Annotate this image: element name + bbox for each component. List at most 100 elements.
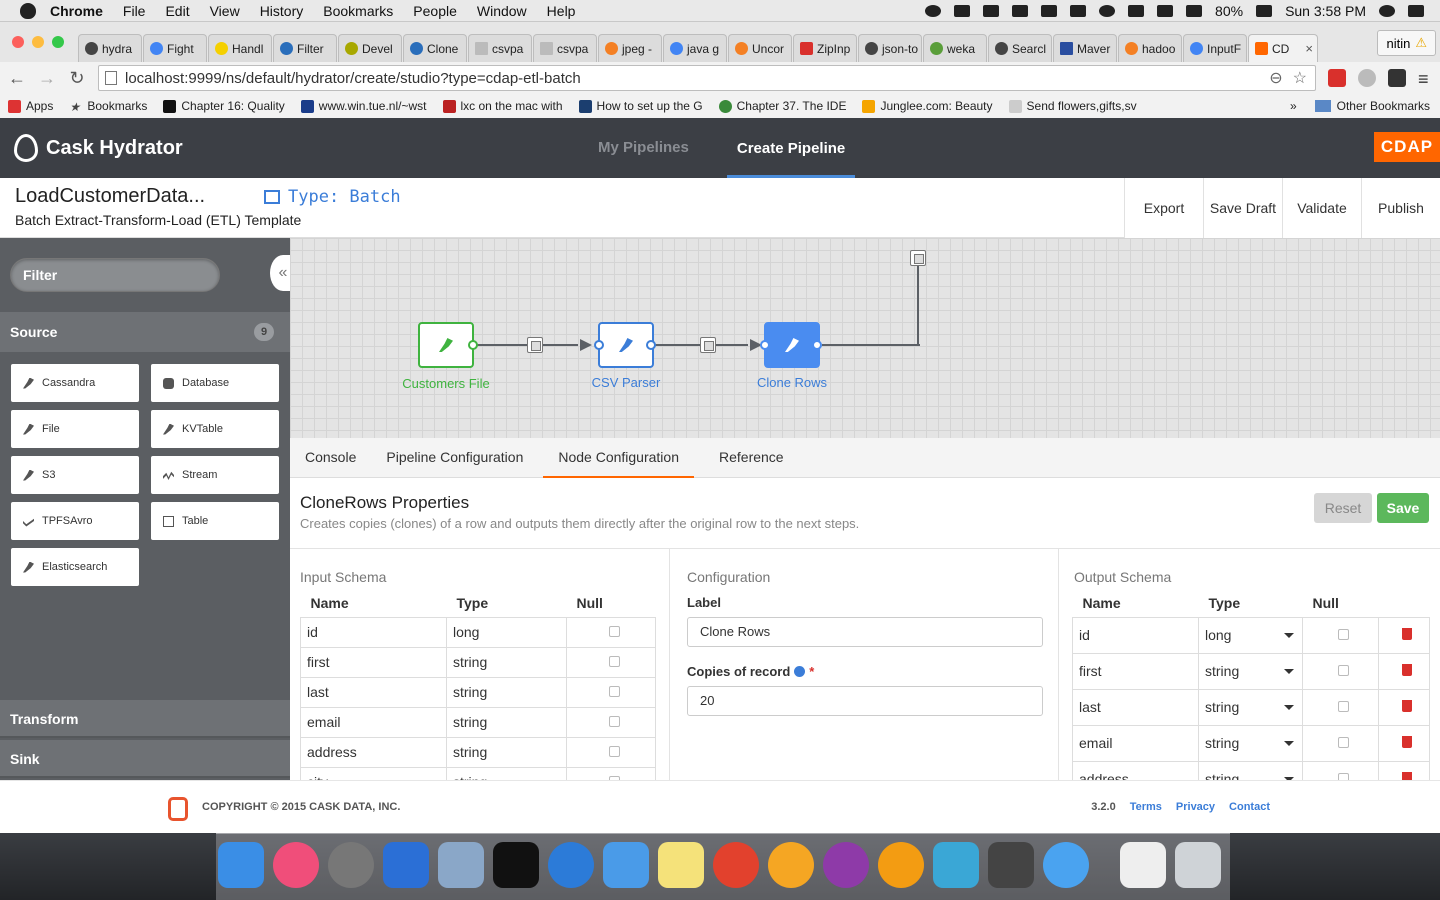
browser-tab[interactable]: Handl (208, 34, 272, 62)
collapse-sidebar-icon[interactable]: « (270, 255, 290, 291)
other-bookmarks[interactable]: Other Bookmarks (1337, 99, 1430, 113)
bookmark-item[interactable]: Chapter 37. The IDE (718, 99, 846, 113)
browser-tab[interactable]: InputF (1183, 34, 1247, 62)
browser-tab[interactable]: Fight (143, 34, 207, 62)
trash-icon[interactable] (1402, 628, 1412, 640)
spotlight-icon[interactable] (1379, 4, 1395, 17)
publish-button[interactable]: Publish (1361, 178, 1440, 238)
keynote-icon[interactable] (603, 842, 649, 888)
zoom-window-button[interactable] (52, 36, 64, 48)
validate-button[interactable]: Validate (1282, 178, 1361, 238)
bookmark-item[interactable]: Chapter 16: Quality (163, 99, 285, 113)
notes-icon[interactable] (658, 842, 704, 888)
copies-input[interactable]: 20 (687, 686, 1043, 716)
chrome-menu-icon[interactable]: ≡ (1418, 69, 1432, 89)
browser-tab[interactable]: Searcl (988, 34, 1052, 62)
plugin-database[interactable]: Database (151, 364, 279, 402)
bookmarks-overflow[interactable]: » (1290, 99, 1297, 113)
status-cloud-icon[interactable] (983, 4, 1000, 17)
plugin-tpfsavro[interactable]: TPFSAvro (11, 502, 139, 540)
browser-tab[interactable]: Uncor (728, 34, 792, 62)
back-icon[interactable]: ← (8, 68, 26, 89)
bookmark-item[interactable]: lxc on the mac with (442, 99, 563, 113)
status-shield-icon[interactable] (954, 4, 971, 17)
browser-tab[interactable]: jpeg - (598, 34, 662, 62)
browser-tab[interactable]: java g (663, 34, 727, 62)
trash-icon[interactable] (1402, 736, 1412, 748)
plugin-cassandra[interactable]: Cassandra (11, 364, 139, 402)
bookmark-item[interactable]: ★ Bookmarks (69, 99, 147, 114)
apple-icon[interactable] (20, 2, 36, 19)
bookmark-item[interactable]: www.win.tue.nl/~wst (300, 99, 427, 113)
connection-settings-icon[interactable] (700, 337, 716, 353)
app-star-icon[interactable] (878, 842, 924, 888)
tab-pipeline-configuration[interactable]: Pipeline Configuration (376, 438, 533, 478)
system-preferences-icon[interactable] (328, 842, 374, 888)
battery-icon[interactable] (1256, 4, 1273, 17)
plugin-table[interactable]: Table (151, 502, 279, 540)
trash-icon[interactable] (1175, 842, 1221, 888)
menu-view[interactable]: View (210, 3, 240, 19)
close-tab-icon[interactable]: × (1305, 41, 1313, 56)
plugin-elasticsearch[interactable]: Elasticsearch (11, 548, 139, 586)
documents-icon[interactable] (1120, 842, 1166, 888)
null-checkbox[interactable] (1338, 701, 1349, 712)
minimize-window-button[interactable] (32, 36, 44, 48)
bookmark-apps[interactable]: Apps (8, 99, 53, 113)
save-button[interactable]: Save (1377, 493, 1429, 523)
plugin-kvtable[interactable]: KVTable (151, 410, 279, 448)
bookmark-item[interactable]: How to set up the G (578, 99, 703, 113)
airplay-icon[interactable] (1012, 4, 1029, 17)
label-input[interactable]: Clone Rows (687, 617, 1043, 647)
reset-button[interactable]: Reset (1314, 493, 1372, 523)
bookmark-star-icon[interactable]: ☆ (1293, 68, 1307, 88)
browser-tab[interactable]: Filter (273, 34, 337, 62)
menu-people[interactable]: People (413, 3, 457, 19)
nav-my-pipelines[interactable]: My Pipelines (588, 118, 699, 178)
bluetooth-icon[interactable] (1128, 4, 1145, 17)
output-port[interactable] (468, 340, 478, 350)
field-name-input[interactable]: first (1072, 652, 1199, 690)
terms-link[interactable]: Terms (1130, 801, 1162, 813)
transform-section-header[interactable]: Transform (0, 700, 290, 738)
plugin-stream[interactable]: Stream (151, 456, 279, 494)
field-type-select[interactable]: string (1198, 724, 1303, 762)
wifi-icon[interactable] (1157, 4, 1174, 17)
trash-icon[interactable] (1402, 700, 1412, 712)
bookmark-item[interactable]: Junglee.com: Beauty (862, 99, 993, 113)
contact-link[interactable]: Contact (1229, 801, 1270, 813)
menu-history[interactable]: History (260, 3, 304, 19)
itunes-icon[interactable] (273, 842, 319, 888)
field-name-input[interactable]: email (1072, 724, 1199, 762)
chrome-icon[interactable] (713, 842, 759, 888)
privacy-link[interactable]: Privacy (1176, 801, 1215, 813)
pipeline-name[interactable]: LoadCustomerData... (15, 185, 205, 208)
sequel-icon[interactable] (548, 842, 594, 888)
browser-tab[interactable]: weka (923, 34, 987, 62)
browser-tab[interactable]: ZipInp (793, 34, 857, 62)
forward-icon[interactable]: → (38, 68, 56, 89)
connection-settings-icon[interactable] (910, 250, 926, 266)
close-window-button[interactable] (12, 36, 24, 48)
word-icon[interactable] (383, 842, 429, 888)
reload-icon[interactable]: ↻ (68, 68, 86, 89)
browser-tab[interactable]: hadoo (1118, 34, 1182, 62)
menu-help[interactable]: Help (547, 3, 576, 19)
lock-icon[interactable] (1041, 4, 1058, 17)
tab-reference[interactable]: Reference (709, 438, 794, 478)
browser-tab[interactable]: Devel (338, 34, 402, 62)
messages-icon[interactable] (1043, 842, 1089, 888)
browser-tab[interactable]: json-to (858, 34, 922, 62)
volume-icon[interactable] (1186, 4, 1203, 17)
brand[interactable]: Cask Hydrator (14, 134, 183, 162)
extension-icon[interactable] (1388, 69, 1406, 87)
browser-tab[interactable]: Maver (1053, 34, 1117, 62)
output-port[interactable] (812, 340, 822, 350)
trash-icon[interactable] (1402, 664, 1412, 676)
zoom-icon[interactable]: ⊖ (1269, 68, 1282, 88)
nav-create-pipeline[interactable]: Create Pipeline (726, 118, 856, 178)
tab-console[interactable]: Console (295, 438, 366, 478)
browser-tab[interactable]: Clone (403, 34, 467, 62)
finder-icon[interactable] (218, 842, 264, 888)
extension-icon[interactable] (1358, 69, 1376, 87)
